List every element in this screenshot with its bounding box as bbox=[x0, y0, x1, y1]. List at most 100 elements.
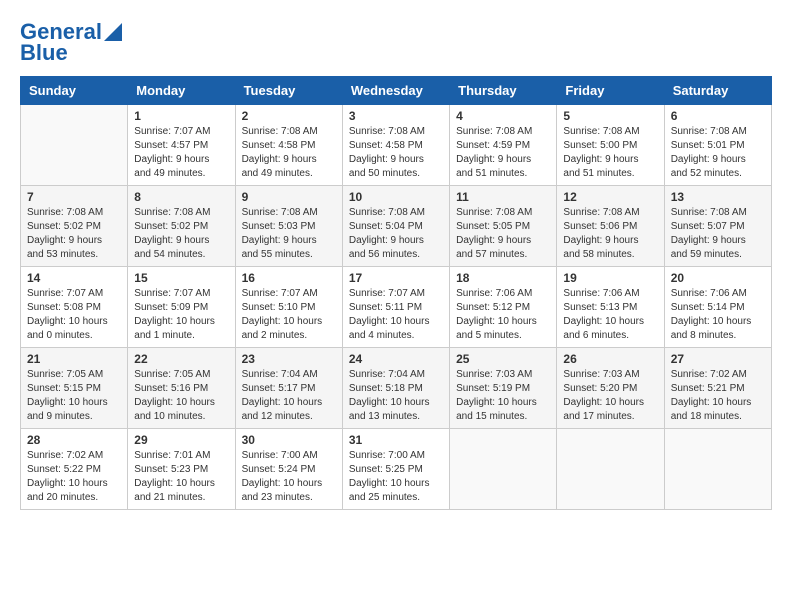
calendar-cell: 1 Sunrise: 7:07 AMSunset: 4:57 PMDaylight… bbox=[128, 105, 235, 186]
day-number: 27 bbox=[671, 352, 765, 366]
day-header-tuesday: Tuesday bbox=[235, 77, 342, 105]
day-header-monday: Monday bbox=[128, 77, 235, 105]
day-number: 17 bbox=[349, 271, 443, 285]
day-number: 12 bbox=[563, 190, 657, 204]
calendar-cell: 21 Sunrise: 7:05 AMSunset: 5:15 PMDayligh… bbox=[21, 348, 128, 429]
calendar-cell: 27 Sunrise: 7:02 AMSunset: 5:21 PMDayligh… bbox=[664, 348, 771, 429]
calendar-cell: 6 Sunrise: 7:08 AMSunset: 5:01 PMDaylight… bbox=[664, 105, 771, 186]
day-number: 5 bbox=[563, 109, 657, 123]
calendar-cell bbox=[450, 429, 557, 510]
day-info: Sunrise: 7:08 AMSunset: 4:58 PMDaylight:… bbox=[242, 125, 336, 181]
day-info: Sunrise: 7:03 AMSunset: 5:20 PMDaylight:… bbox=[563, 368, 657, 424]
calendar-cell: 30 Sunrise: 7:00 AMSunset: 5:24 PMDayligh… bbox=[235, 429, 342, 510]
day-number: 9 bbox=[242, 190, 336, 204]
day-info: Sunrise: 7:00 AMSunset: 5:24 PMDaylight:… bbox=[242, 449, 336, 505]
day-number: 7 bbox=[27, 190, 121, 204]
calendar-cell: 29Sunrise: 7:01 AMSunset: 5:23 PMDayligh… bbox=[128, 429, 235, 510]
day-info: Sunrise: 7:08 AMSunset: 4:58 PMDaylight:… bbox=[349, 125, 443, 181]
day-number: 26 bbox=[563, 352, 657, 366]
day-number: 23 bbox=[242, 352, 336, 366]
calendar-week-row: 21 Sunrise: 7:05 AMSunset: 5:15 PMDayligh… bbox=[21, 348, 772, 429]
day-number: 28 bbox=[27, 433, 121, 447]
day-number: 13 bbox=[671, 190, 765, 204]
day-number: 16 bbox=[242, 271, 336, 285]
day-info: Sunrise: 7:08 AMSunset: 5:02 PMDaylight:… bbox=[27, 206, 121, 262]
day-number: 30 bbox=[242, 433, 336, 447]
calendar-cell: 25 Sunrise: 7:03 AMSunset: 5:19 PMDayligh… bbox=[450, 348, 557, 429]
calendar-cell: 12 Sunrise: 7:08 AMSunset: 5:06 PMDayligh… bbox=[557, 186, 664, 267]
day-number: 22 bbox=[134, 352, 228, 366]
day-info: Sunrise: 7:08 AMSunset: 5:03 PMDaylight:… bbox=[242, 206, 336, 262]
logo-blue-text: Blue bbox=[20, 40, 122, 66]
day-info: Sunrise: 7:08 AMSunset: 5:01 PMDaylight:… bbox=[671, 125, 765, 181]
logo: General Blue bbox=[20, 20, 122, 66]
calendar-cell: 7 Sunrise: 7:08 AMSunset: 5:02 PMDaylight… bbox=[21, 186, 128, 267]
day-info: Sunrise: 7:08 AMSunset: 4:59 PMDaylight:… bbox=[456, 125, 550, 181]
day-number: 1 bbox=[134, 109, 228, 123]
calendar-table: SundayMondayTuesdayWednesdayThursdayFrid… bbox=[20, 76, 772, 510]
day-number: 25 bbox=[456, 352, 550, 366]
day-info: Sunrise: 7:04 AMSunset: 5:17 PMDaylight:… bbox=[242, 368, 336, 424]
day-number: 21 bbox=[27, 352, 121, 366]
day-info: Sunrise: 7:05 AMSunset: 5:15 PMDaylight:… bbox=[27, 368, 121, 424]
day-number: 3 bbox=[349, 109, 443, 123]
day-number: 10 bbox=[349, 190, 443, 204]
calendar-cell: 15Sunrise: 7:07 AMSunset: 5:09 PMDayligh… bbox=[128, 267, 235, 348]
calendar-cell: 10 Sunrise: 7:08 AMSunset: 5:04 PMDayligh… bbox=[342, 186, 449, 267]
calendar-cell: 31 Sunrise: 7:00 AMSunset: 5:25 PMDayligh… bbox=[342, 429, 449, 510]
day-number: 24 bbox=[349, 352, 443, 366]
day-number: 29 bbox=[134, 433, 228, 447]
day-info: Sunrise: 7:08 AMSunset: 5:02 PMDaylight:… bbox=[134, 206, 228, 262]
day-info: Sunrise: 7:08 AMSunset: 5:05 PMDaylight:… bbox=[456, 206, 550, 262]
day-header-saturday: Saturday bbox=[664, 77, 771, 105]
day-header-thursday: Thursday bbox=[450, 77, 557, 105]
day-info: Sunrise: 7:04 AMSunset: 5:18 PMDaylight:… bbox=[349, 368, 443, 424]
calendar-cell: 24 Sunrise: 7:04 AMSunset: 5:18 PMDayligh… bbox=[342, 348, 449, 429]
day-info: Sunrise: 7:06 AMSunset: 5:14 PMDaylight:… bbox=[671, 287, 765, 343]
calendar-cell: 18 Sunrise: 7:06 AMSunset: 5:12 PMDayligh… bbox=[450, 267, 557, 348]
day-number: 11 bbox=[456, 190, 550, 204]
page-header: General Blue bbox=[20, 20, 772, 66]
day-info: Sunrise: 7:03 AMSunset: 5:19 PMDaylight:… bbox=[456, 368, 550, 424]
day-number: 14 bbox=[27, 271, 121, 285]
calendar-cell: 20 Sunrise: 7:06 AMSunset: 5:14 PMDayligh… bbox=[664, 267, 771, 348]
day-info: Sunrise: 7:06 AMSunset: 5:12 PMDaylight:… bbox=[456, 287, 550, 343]
calendar-cell: 5 Sunrise: 7:08 AMSunset: 5:00 PMDaylight… bbox=[557, 105, 664, 186]
calendar-cell: 26 Sunrise: 7:03 AMSunset: 5:20 PMDayligh… bbox=[557, 348, 664, 429]
day-header-friday: Friday bbox=[557, 77, 664, 105]
day-info: Sunrise: 7:05 AMSunset: 5:16 PMDaylight:… bbox=[134, 368, 228, 424]
calendar-cell bbox=[664, 429, 771, 510]
day-info: Sunrise: 7:07 AMSunset: 5:10 PMDaylight:… bbox=[242, 287, 336, 343]
day-number: 2 bbox=[242, 109, 336, 123]
calendar-week-row: 14 Sunrise: 7:07 AMSunset: 5:08 PMDayligh… bbox=[21, 267, 772, 348]
day-header-wednesday: Wednesday bbox=[342, 77, 449, 105]
day-header-sunday: Sunday bbox=[21, 77, 128, 105]
day-number: 8 bbox=[134, 190, 228, 204]
day-info: Sunrise: 7:02 AMSunset: 5:21 PMDaylight:… bbox=[671, 368, 765, 424]
day-info: Sunrise: 7:02 AMSunset: 5:22 PMDaylight:… bbox=[27, 449, 121, 505]
day-number: 31 bbox=[349, 433, 443, 447]
calendar-cell: 9 Sunrise: 7:08 AMSunset: 5:03 PMDaylight… bbox=[235, 186, 342, 267]
calendar-cell: 11 Sunrise: 7:08 AMSunset: 5:05 PMDayligh… bbox=[450, 186, 557, 267]
day-info: Sunrise: 7:08 AMSunset: 5:04 PMDaylight:… bbox=[349, 206, 443, 262]
calendar-week-row: 7 Sunrise: 7:08 AMSunset: 5:02 PMDaylight… bbox=[21, 186, 772, 267]
calendar-week-row: 1 Sunrise: 7:07 AMSunset: 4:57 PMDaylight… bbox=[21, 105, 772, 186]
day-info: Sunrise: 7:07 AMSunset: 4:57 PMDaylight:… bbox=[134, 125, 228, 181]
calendar-cell: 14 Sunrise: 7:07 AMSunset: 5:08 PMDayligh… bbox=[21, 267, 128, 348]
day-number: 20 bbox=[671, 271, 765, 285]
day-number: 18 bbox=[456, 271, 550, 285]
day-info: Sunrise: 7:08 AMSunset: 5:00 PMDaylight:… bbox=[563, 125, 657, 181]
calendar-cell: 4 Sunrise: 7:08 AMSunset: 4:59 PMDaylight… bbox=[450, 105, 557, 186]
day-number: 19 bbox=[563, 271, 657, 285]
day-number: 4 bbox=[456, 109, 550, 123]
day-number: 6 bbox=[671, 109, 765, 123]
calendar-cell bbox=[557, 429, 664, 510]
day-info: Sunrise: 7:07 AMSunset: 5:09 PMDaylight:… bbox=[134, 287, 228, 343]
day-info: Sunrise: 7:07 AMSunset: 5:08 PMDaylight:… bbox=[27, 287, 121, 343]
calendar-cell: 19 Sunrise: 7:06 AMSunset: 5:13 PMDayligh… bbox=[557, 267, 664, 348]
day-info: Sunrise: 7:08 AMSunset: 5:06 PMDaylight:… bbox=[563, 206, 657, 262]
day-info: Sunrise: 7:06 AMSunset: 5:13 PMDaylight:… bbox=[563, 287, 657, 343]
day-info: Sunrise: 7:00 AMSunset: 5:25 PMDaylight:… bbox=[349, 449, 443, 505]
calendar-cell: 23 Sunrise: 7:04 AMSunset: 5:17 PMDayligh… bbox=[235, 348, 342, 429]
calendar-cell: 16 Sunrise: 7:07 AMSunset: 5:10 PMDayligh… bbox=[235, 267, 342, 348]
